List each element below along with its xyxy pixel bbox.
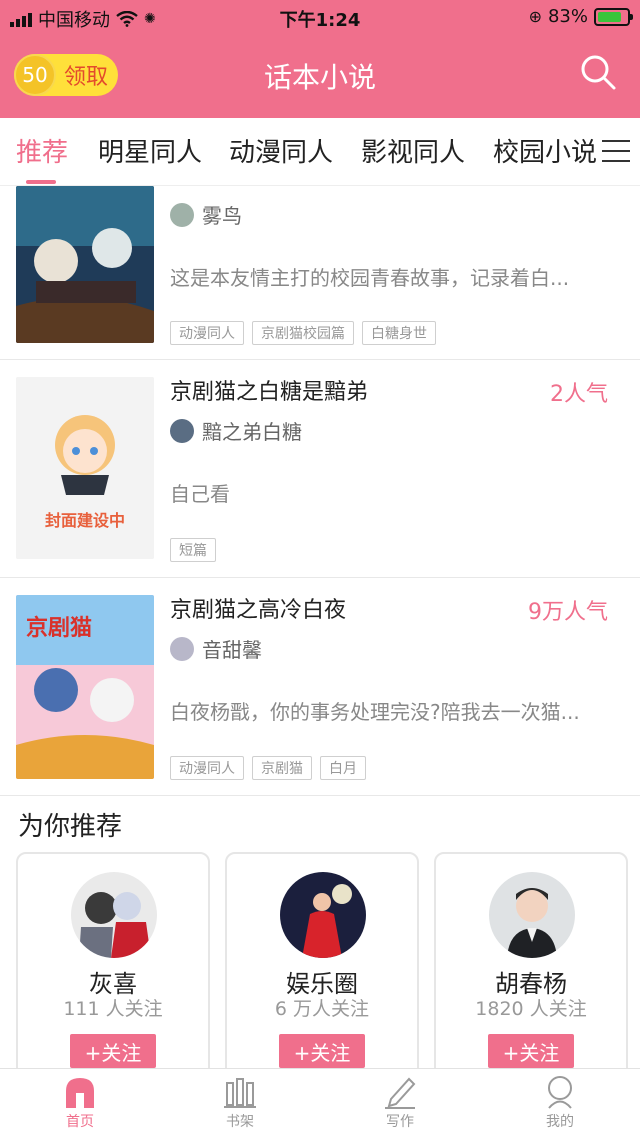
bottom-nav: 首页 书架 写作 我的 [0,1068,640,1138]
recommend-fans: 6 万人关注 [274,998,370,1020]
book-author: 音甜馨 [170,634,262,663]
book-tag: 京剧猫 [252,756,312,780]
menu-icon[interactable] [602,140,630,164]
nav-bookshelf-label: 书架 [226,1114,254,1130]
recommend-section-title: 为你推荐 [18,812,123,842]
follow-button[interactable]: +关注 [279,1034,365,1068]
book-item[interactable]: 雾鸟 这是本友情主打的校园青春故事，记录着白... 动漫同人 京剧猫校园篇 白糖… [0,186,640,360]
svg-text:京剧猫: 京剧猫 [26,615,92,641]
book-item[interactable]: 封面建设中 京剧猫之白糖是黯弟 2人气 黯之弟白糖 自己看 短篇 [0,360,640,578]
author-avatar [170,418,194,443]
book-cover: 京剧猫 [16,595,154,779]
recommend-fans: 1820 人关注 [475,998,587,1020]
book-description: 自己看 [170,482,230,506]
recommend-card[interactable]: 娱乐圈 6 万人关注 +关注 [225,852,419,1092]
top-bar: 中国移动 ✺ 下午1:24 ⊕ 83% 50 领取 话本小说 [0,0,640,118]
orientation-lock-icon: ⊕ [528,7,542,26]
battery-icon [594,7,633,26]
book-tags: 动漫同人 京剧猫校园篇 白糖身世 [170,321,436,345]
bookshelf-icon [224,1078,256,1108]
book-tags: 短篇 [170,538,216,562]
book-title: 京剧猫之高冷白夜 [170,598,347,623]
recommend-avatar [71,872,157,958]
book-tag: 短篇 [170,538,216,562]
tab-celebrity-fanfic[interactable]: 明星同人 [98,132,202,169]
recommend-fans: 111 人关注 [63,998,163,1020]
profile-icon [548,1076,572,1109]
nav-profile-label: 我的 [546,1114,574,1130]
recommend-card[interactable]: 灰喜 111 人关注 +关注 [16,852,210,1092]
book-author: 黯之弟白糖 [170,416,302,445]
nav-write-label: 写作 [386,1114,414,1130]
tab-active-indicator [26,180,56,184]
follow-button[interactable]: +关注 [70,1034,156,1068]
nav-write[interactable]: 写作 [360,1075,440,1131]
pen-icon [385,1077,416,1109]
book-cover: 封面建设中 [16,377,154,559]
book-author: 雾鸟 [170,200,242,229]
follow-button[interactable]: +关注 [488,1034,574,1068]
tab-recommend[interactable]: 推荐 [16,132,68,169]
recommend-avatar [280,872,366,958]
book-popularity: 2人气 [550,382,608,407]
book-tag: 动漫同人 [170,321,244,345]
nav-bookshelf[interactable]: 书架 [200,1075,280,1131]
nav-profile[interactable]: 我的 [520,1075,600,1131]
author-avatar [170,636,194,661]
book-tag: 白月 [320,756,366,780]
battery-percent: 83% [547,6,588,27]
tab-campus-novel[interactable]: 校园小说 [493,132,597,169]
nav-home[interactable]: 首页 [40,1075,120,1131]
tab-anime-fanfic[interactable]: 动漫同人 [229,132,333,169]
category-tabs: 推荐 明星同人 动漫同人 影视同人 校园小说 [0,118,640,186]
book-description: 这是本友情主打的校园青春故事，记录着白... [170,266,570,290]
book-popularity: 9万人气 [528,600,608,625]
tab-film-fanfic[interactable]: 影视同人 [361,132,465,169]
home-icon [66,1078,94,1108]
book-tags: 动漫同人 京剧猫 白月 [170,756,366,780]
recommend-avatar [489,872,575,958]
book-description: 白夜杨戬，你的事务处理完没?陪我去一次猫... [170,700,580,724]
status-bar: 中国移动 ✺ 下午1:24 ⊕ 83% [0,0,640,34]
book-tag: 白糖身世 [362,321,436,345]
book-title: 京剧猫之白糖是黯弟 [170,380,369,405]
book-item[interactable]: 京剧猫 京剧猫之高冷白夜 9万人气 音甜馨 白夜杨戬，你的事务处理完没?陪我去一… [0,578,640,796]
recommend-card[interactable]: 胡春杨 1820 人关注 +关注 [434,852,628,1092]
book-cover [16,186,154,343]
cover-placeholder-text: 封面建设中 [44,511,125,530]
book-tag: 京剧猫校园篇 [252,321,354,345]
app-title: 话本小说 [263,61,376,94]
app-header: 50 领取 话本小说 [0,34,640,118]
nav-home-label: 首页 [66,1114,94,1130]
book-tag: 动漫同人 [170,756,244,780]
author-avatar [170,202,194,227]
search-icon[interactable] [578,52,618,92]
